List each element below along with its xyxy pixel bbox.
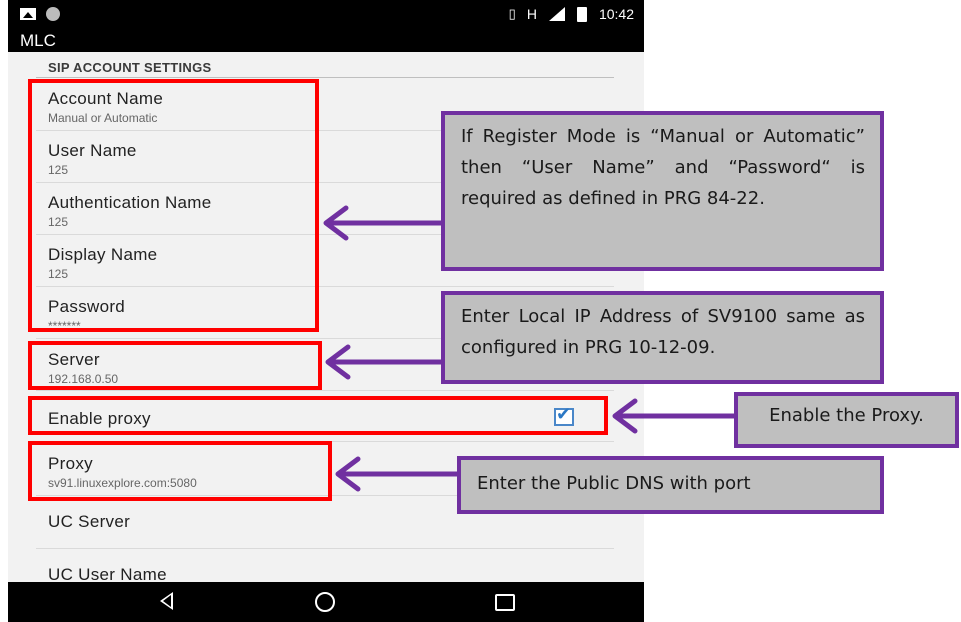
- highlight-account-fields: [28, 79, 319, 332]
- callout-register-mode: If Register Mode is “Manual or Automatic…: [441, 111, 884, 271]
- highlight-server: [28, 341, 322, 390]
- app-title: MLC: [20, 31, 56, 50]
- clock: 10:42: [598, 6, 634, 22]
- app-notification-icon: [46, 7, 60, 21]
- callout-server: Enter Local IP Address of SV9100 same as…: [441, 291, 884, 384]
- highlight-proxy: [28, 441, 332, 501]
- battery-icon: [576, 6, 587, 22]
- setting-title: UC Server: [48, 512, 131, 531]
- divider: [36, 390, 614, 391]
- image-notification-icon: [20, 8, 36, 20]
- network-type: H: [526, 6, 537, 22]
- section-title: SIP ACCOUNT SETTINGS: [48, 60, 212, 75]
- app-bar: MLC: [8, 30, 644, 52]
- highlight-enable-proxy: [28, 396, 608, 435]
- navigation-bar: [8, 582, 644, 622]
- section-divider: [36, 77, 614, 78]
- callout-enable-proxy: Enable the Proxy.: [734, 392, 959, 448]
- status-bar: ▯ H 10:42: [8, 0, 644, 30]
- callout-proxy: Enter the Public DNS with port: [457, 456, 884, 514]
- signal-icon: [548, 7, 565, 21]
- setting-uc-server[interactable]: UC Server: [48, 512, 130, 532]
- back-icon[interactable]: [160, 592, 173, 610]
- recent-apps-icon[interactable]: [495, 594, 515, 611]
- home-icon[interactable]: [315, 592, 335, 612]
- divider: [36, 548, 614, 549]
- vibrate-icon: ▯: [508, 6, 516, 21]
